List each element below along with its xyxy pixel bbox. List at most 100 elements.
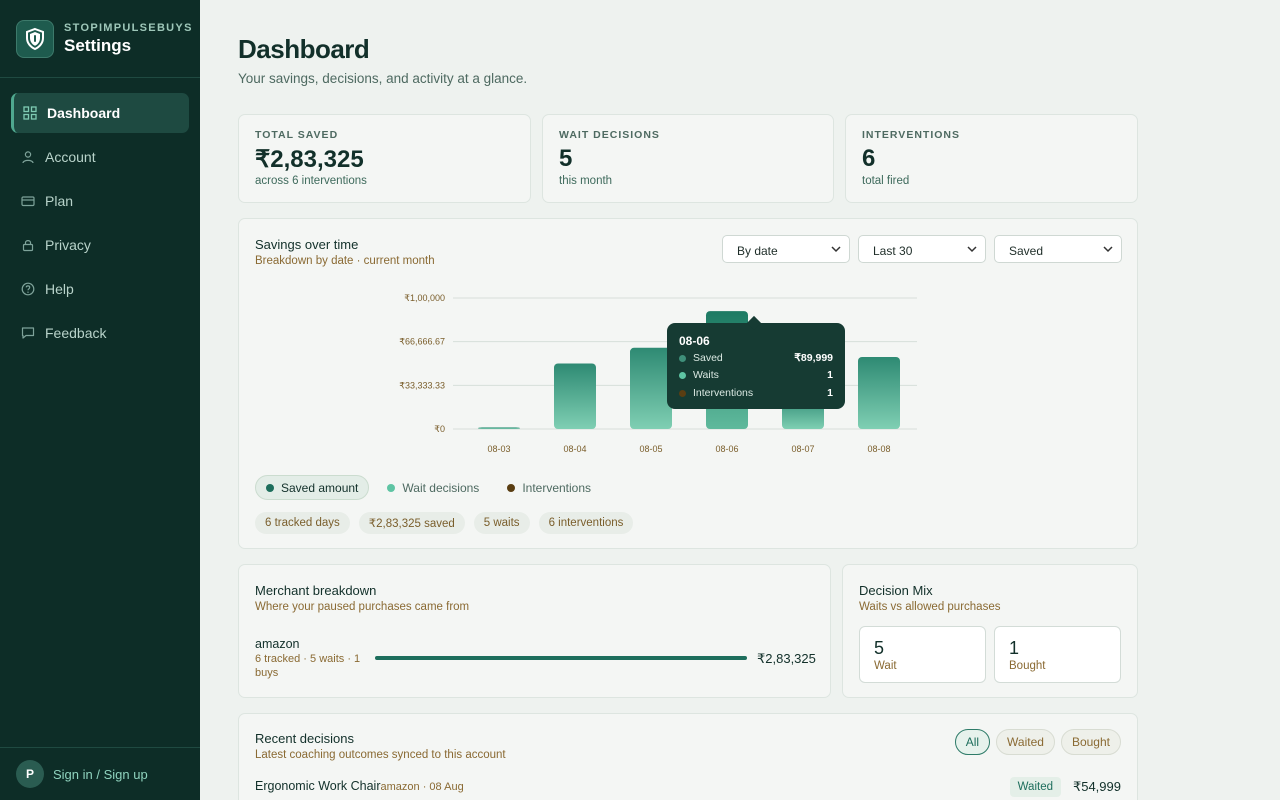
legend-saved-amount[interactable]: Saved amount bbox=[255, 475, 370, 500]
select-value: Last 30 bbox=[873, 244, 913, 258]
decision-mix-card: Decision Mix Waits vs allowed purchases … bbox=[842, 564, 1138, 698]
sign-in-link[interactable]: Sign in / Sign up bbox=[53, 767, 148, 782]
decision-mix-subtitle: Waits vs allowed purchases bbox=[859, 601, 1001, 613]
y-tick-label: ₹33,333.33 bbox=[399, 380, 445, 390]
kpi-label: WAIT DECISIONS bbox=[559, 129, 660, 141]
x-tick-label: 08-07 bbox=[791, 444, 814, 454]
sidebar-item-help[interactable]: Help bbox=[11, 269, 189, 309]
merchant-title: Merchant breakdown bbox=[255, 583, 377, 598]
kpi-label: INTERVENTIONS bbox=[862, 129, 960, 141]
kpi-value: 6 bbox=[862, 145, 876, 172]
page-subtitle: Your savings, decisions, and activity at… bbox=[238, 71, 528, 86]
brand-section: Settings bbox=[64, 35, 132, 55]
brand: STOPIMPULSEBUYS Settings bbox=[0, 0, 200, 78]
filter-all[interactable]: All bbox=[954, 729, 991, 755]
legend-interventions[interactable]: Interventions bbox=[497, 475, 601, 500]
mix-count: 5 bbox=[874, 638, 885, 658]
lock-icon bbox=[22, 240, 34, 252]
recent-title: Recent decisions bbox=[255, 731, 354, 746]
merchant-name: amazon bbox=[255, 637, 300, 651]
chevron-down-icon bbox=[831, 246, 841, 253]
tooltip-value: 1 bbox=[827, 387, 833, 399]
merchant-desc: 6 tracked · 5 waits · 1 buys bbox=[255, 653, 361, 679]
tooltip-value: ₹89,999 bbox=[794, 352, 833, 364]
message-icon bbox=[21, 327, 35, 339]
sidebar: STOPIMPULSEBUYS Settings Dashboard Accou… bbox=[0, 0, 200, 800]
select-value: Saved bbox=[1009, 244, 1044, 258]
sidebar-footer: P Sign in / Sign up bbox=[0, 747, 200, 800]
kpi-total-saved: TOTAL SAVED ₹2,83,325 across 6 intervent… bbox=[238, 114, 531, 203]
group-by-select[interactable]: By date bbox=[722, 235, 850, 263]
legend-wait-decisions[interactable]: Wait decisions bbox=[377, 475, 489, 500]
kpi-sub: total fired bbox=[862, 175, 910, 187]
merchant-subtitle: Where your paused purchases came from bbox=[255, 601, 470, 613]
kpi-interventions: INTERVENTIONS 6 total fired bbox=[845, 114, 1138, 203]
sidebar-nav: Dashboard Account Plan Privacy Help Feed… bbox=[0, 78, 200, 353]
bar-08-05 bbox=[630, 347, 672, 429]
chart-tooltip: 08-06 Saved ₹89,999 Waits 1 Interventions 1 bbox=[667, 323, 845, 409]
stat-pill: 6 tracked days bbox=[255, 512, 350, 534]
recent-decisions-card: Recent decisions Latest coaching outcome… bbox=[238, 713, 1138, 800]
sidebar-item-account[interactable]: Account bbox=[11, 137, 189, 177]
help-circle-icon bbox=[21, 282, 35, 296]
recent-subtitle: Latest coaching outcomes synced to this … bbox=[255, 749, 506, 761]
mix-label: Bought bbox=[1009, 660, 1046, 672]
mix-wait: 5 Wait bbox=[859, 626, 986, 683]
chart-legend: Saved amount Wait decisions Intervention… bbox=[255, 475, 601, 500]
bar-08-03 bbox=[478, 427, 520, 429]
recent-filters: All Waited Bought bbox=[954, 729, 1121, 755]
table-row[interactable]: Ergonomic Work Chairamazon · 08 Aug bbox=[255, 779, 464, 793]
mix-bought: 1 Bought bbox=[994, 626, 1121, 683]
tooltip-label: Waits bbox=[693, 369, 719, 381]
mix-count: 1 bbox=[1009, 638, 1020, 658]
sidebar-item-privacy[interactable]: Privacy bbox=[11, 225, 189, 265]
savings-card: Savings over time Breakdown by date · cu… bbox=[238, 218, 1138, 549]
avatar[interactable]: P bbox=[16, 760, 44, 788]
metric-select[interactable]: Saved bbox=[994, 235, 1122, 263]
sidebar-item-feedback[interactable]: Feedback bbox=[11, 313, 189, 353]
x-tick-label: 08-03 bbox=[487, 444, 510, 454]
sidebar-item-plan[interactable]: Plan bbox=[11, 181, 189, 221]
y-tick-label: ₹66,666.67 bbox=[399, 337, 445, 347]
filter-waited[interactable]: Waited bbox=[996, 729, 1055, 755]
savings-title: Savings over time bbox=[255, 237, 359, 252]
sidebar-item-dashboard[interactable]: Dashboard bbox=[11, 93, 189, 133]
decision-title: Ergonomic Work Chair bbox=[255, 779, 381, 793]
kpi-value: ₹2,83,325 bbox=[255, 146, 364, 173]
kpi-sub: across 6 interventions bbox=[255, 175, 367, 187]
kpi-wait-decisions: WAIT DECISIONS 5 this month bbox=[542, 114, 834, 203]
grid-icon bbox=[23, 106, 37, 120]
y-tick-label: ₹0 bbox=[434, 424, 445, 434]
savings-subtitle: Breakdown by date · current month bbox=[255, 255, 435, 267]
bar-08-08 bbox=[858, 356, 900, 429]
range-select[interactable]: Last 30 bbox=[858, 235, 986, 263]
tooltip-label: Saved bbox=[693, 352, 723, 364]
y-tick-label: ₹1,00,000 bbox=[404, 293, 445, 303]
x-tick-label: 08-08 bbox=[867, 444, 890, 454]
x-tick-label: 08-04 bbox=[563, 444, 586, 454]
legend-label: Wait decisions bbox=[402, 480, 480, 495]
credit-card-icon bbox=[21, 196, 35, 207]
merchant-card: Merchant breakdown Where your paused pur… bbox=[238, 564, 831, 698]
decision-meta: amazon · 08 Aug bbox=[380, 781, 464, 793]
merchant-bar bbox=[375, 656, 747, 660]
tooltip-label: Interventions bbox=[693, 387, 754, 399]
tooltip-row-waits: Waits 1 bbox=[679, 369, 833, 381]
decision-price: ₹54,999 bbox=[1072, 779, 1121, 794]
x-tick-label: 08-05 bbox=[639, 444, 662, 454]
summary-stats: 6 tracked days ₹2,83,325 saved 5 waits 6… bbox=[255, 512, 634, 534]
tooltip-row-interventions: Interventions 1 bbox=[679, 387, 833, 399]
brand-name: STOPIMPULSEBUYS bbox=[64, 21, 193, 34]
tooltip-row-saved: Saved ₹89,999 bbox=[679, 352, 833, 364]
stat-pill: 5 waits bbox=[473, 512, 530, 534]
shield-logo-icon bbox=[16, 19, 54, 58]
legend-label: Interventions bbox=[522, 480, 592, 495]
mix-label: Wait bbox=[874, 660, 897, 672]
chevron-down-icon bbox=[1103, 246, 1113, 253]
sidebar-item-label: Plan bbox=[45, 193, 74, 209]
merchant-value: ₹2,83,325 bbox=[757, 651, 816, 666]
page-title: Dashboard bbox=[238, 34, 370, 64]
stat-pill: ₹2,83,325 saved bbox=[358, 512, 465, 534]
legend-label: Saved amount bbox=[281, 480, 359, 495]
filter-bought[interactable]: Bought bbox=[1060, 729, 1121, 755]
